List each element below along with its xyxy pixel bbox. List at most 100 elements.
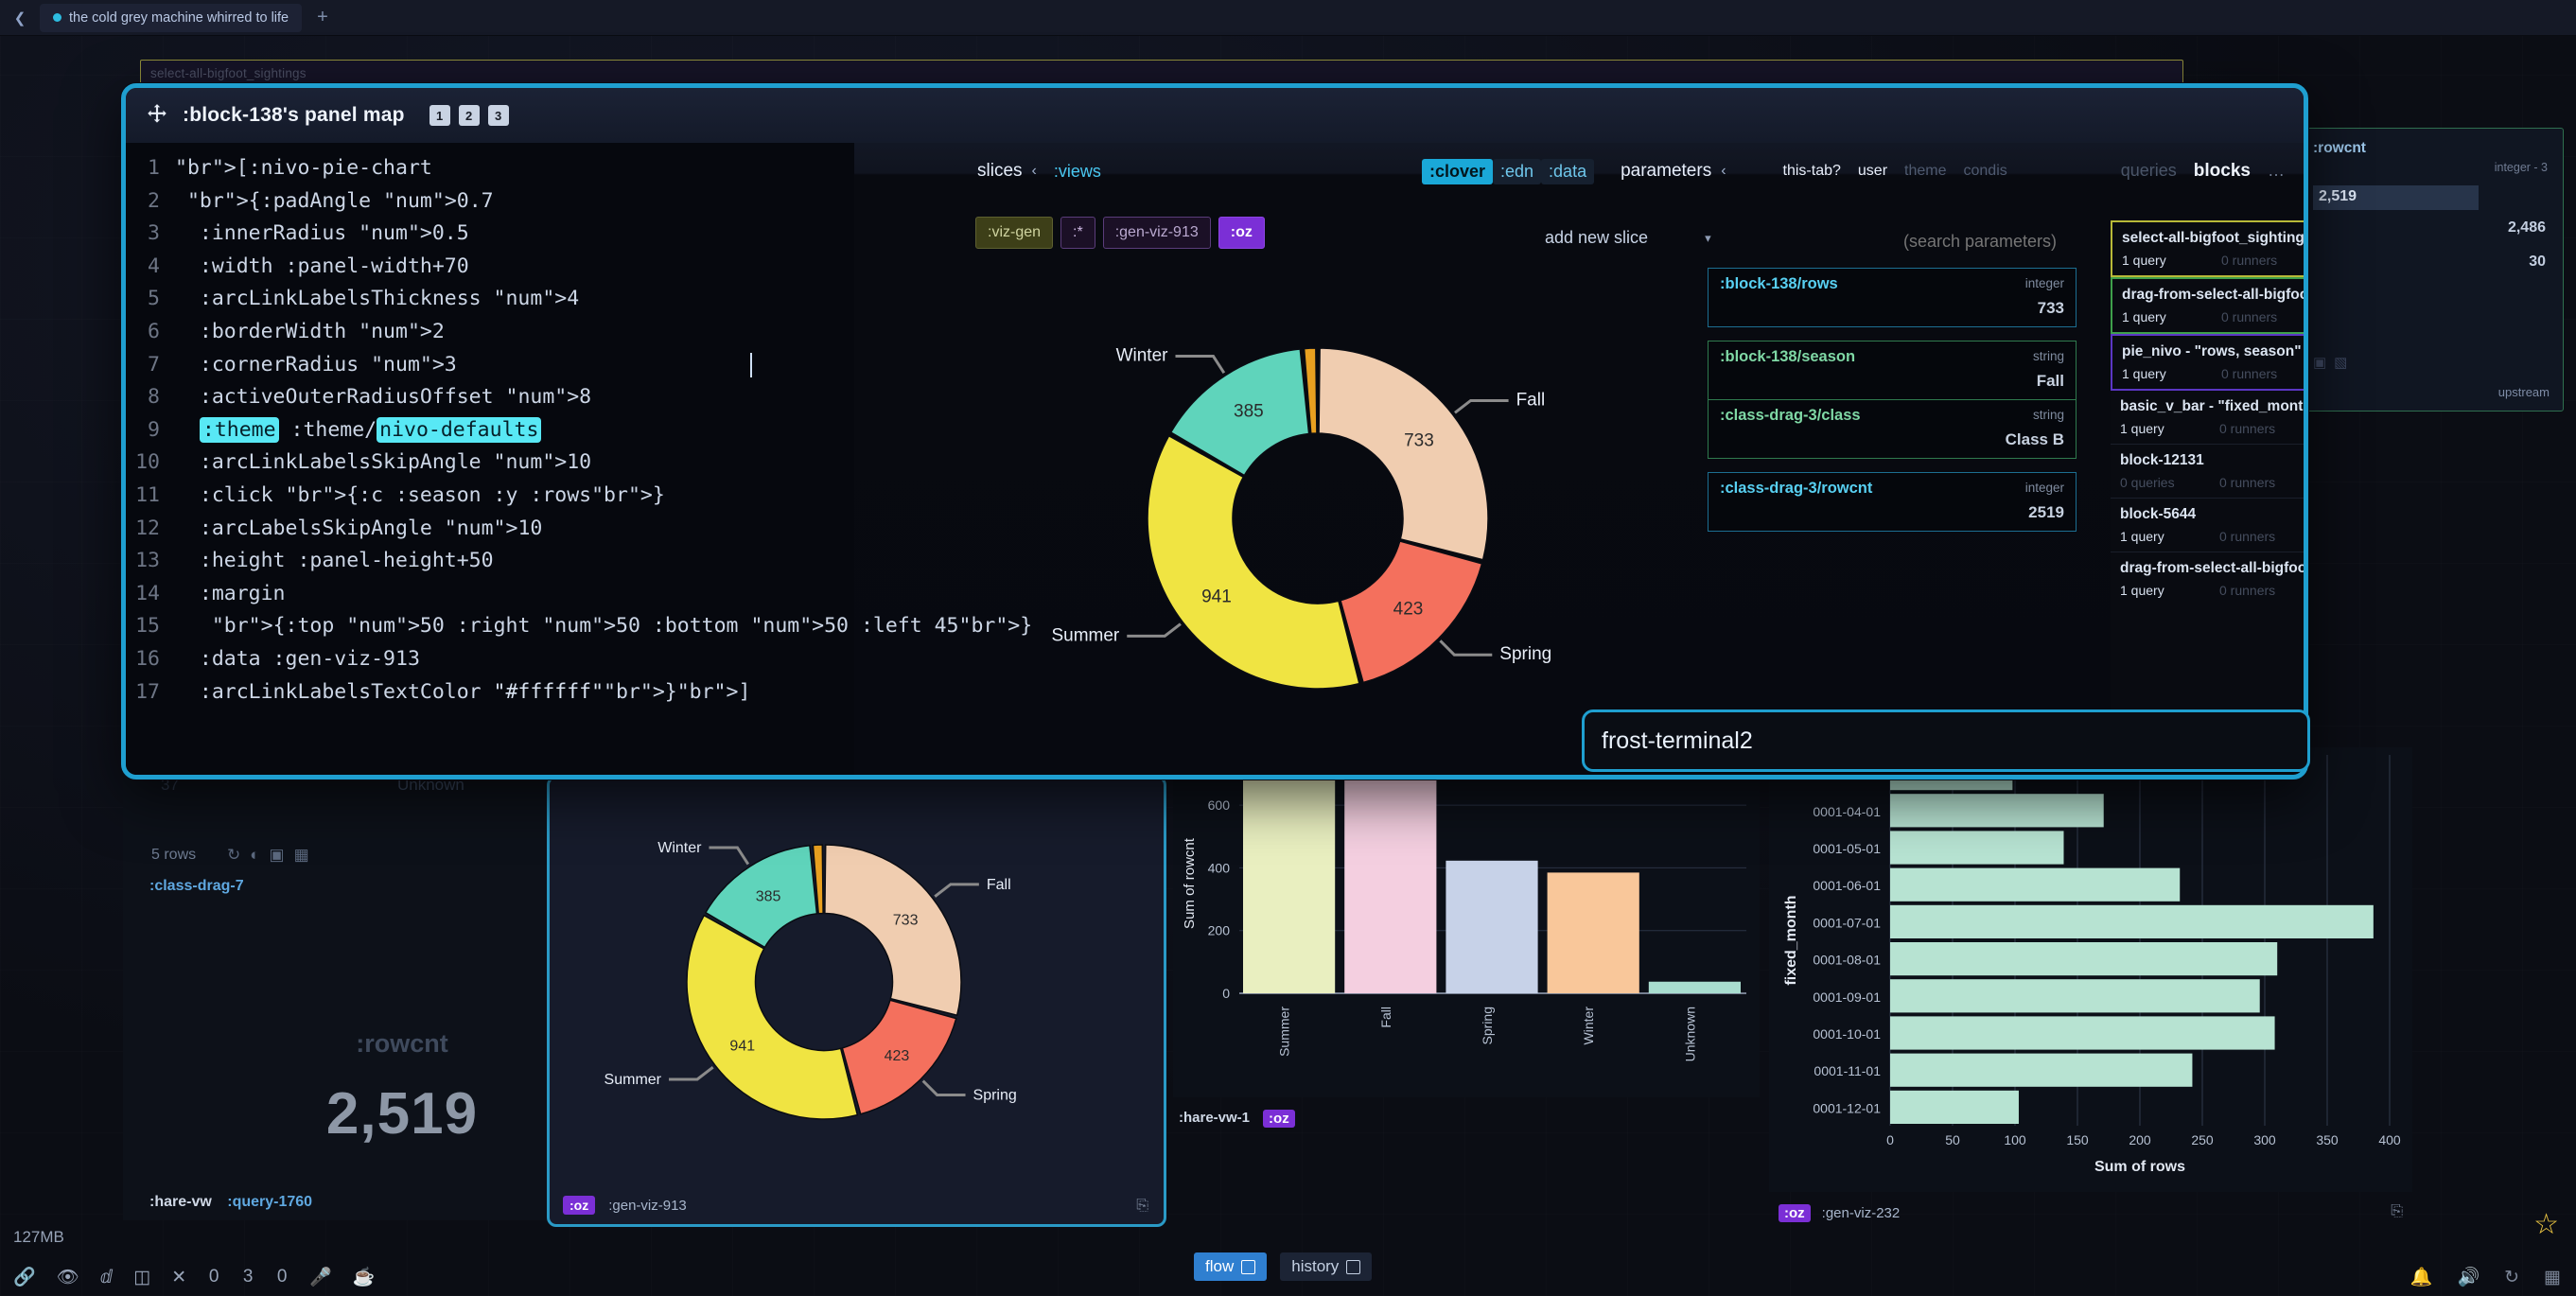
browser-tab[interactable]: the cold grey machine whirred to life [40, 3, 303, 32]
code-editor[interactable]: 1 "br">[:nivo-pie-chart 2 "br">{:padAngle … [126, 143, 1032, 775]
copy-icon[interactable]: ⎘ [2391, 1203, 2403, 1220]
pie-slice-summer[interactable] [1147, 434, 1360, 690]
rowcnt-footer-query[interactable]: :query-1760 [227, 1194, 312, 1210]
bar-unknown[interactable] [1648, 981, 1741, 993]
rowcnt-card-icons[interactable]: ↻◐▣▦ [227, 846, 319, 865]
hbar-gen-tag[interactable]: :gen-viz-232 [1822, 1205, 1901, 1221]
bar-0001-06-01[interactable] [1890, 867, 2181, 902]
move-icon[interactable] [145, 103, 169, 128]
tab-queries[interactable]: queries [2121, 161, 2177, 181]
mini-tab-this-tab[interactable]: this-tab? [1783, 163, 1841, 180]
blocks-list[interactable]: select-all-bigfoot_sightings 1 query 0 run… [2111, 220, 2304, 727]
block-list-item[interactable]: basic_v_bar - "fixed_month, rows" - 71 1 … [2111, 391, 2304, 444]
frost-terminal-panel[interactable]: frost-terminal2 [1582, 709, 2310, 772]
mini-tab-user[interactable]: user [1858, 163, 1887, 180]
vbar-oz-tag[interactable]: :oz [1263, 1110, 1295, 1128]
chevron-down-icon[interactable]: ▾ [1705, 231, 1711, 246]
new-tab-icon[interactable]: + [311, 7, 334, 28]
code-line[interactable]: 16 :data :gen-viz-913 [126, 643, 854, 676]
parameter-card[interactable]: :class-drag-3/rowcnt integer 2519 [1708, 472, 2077, 532]
panel-number-2[interactable]: 2 [458, 105, 480, 126]
code-line[interactable]: 4 :width :panel-width+70 [126, 251, 854, 284]
bar-0001-12-01[interactable] [1890, 1090, 2019, 1124]
no-link-icon[interactable]: 🔗 [13, 1266, 36, 1288]
code-line[interactable]: 3 :innerRadius "num">0.5 [126, 218, 854, 251]
bar-spring[interactable] [1446, 860, 1538, 993]
mic-icon[interactable]: 🎤 [309, 1266, 332, 1288]
panel-map-header[interactable]: :block-138's panel map 1 2 3 [126, 88, 2304, 143]
refresh-icon[interactable]: ↻ [2504, 1267, 2519, 1288]
close-icon[interactable]: ✕ [171, 1267, 186, 1288]
bell-icon[interactable]: 🔔 [2410, 1266, 2433, 1288]
hbar-oz-tag[interactable]: :oz [1779, 1204, 1811, 1222]
bar-0001-04-01[interactable] [1890, 794, 2104, 828]
add-new-slice-control[interactable]: add new slice ▾ [1545, 228, 1711, 248]
code-line[interactable]: 9 :theme :theme/nivo-defaults [126, 414, 854, 447]
bar-0001-07-01[interactable] [1890, 904, 2374, 938]
overflow-menu-icon[interactable]: … [2268, 161, 2285, 181]
code-line[interactable]: 12 :arcLabelsSkipAngle "num">10 [126, 513, 854, 546]
tag-data[interactable]: :data [1541, 158, 1595, 184]
views-tag[interactable]: :views [1054, 162, 1101, 182]
code-line[interactable]: 7 :cornerRadius "num">3 [126, 349, 854, 382]
bar-winter[interactable] [1547, 872, 1639, 993]
bar-0001-09-01[interactable] [1890, 979, 2260, 1013]
block-list-item[interactable]: drag-from-select-all-bigfoot_sightings 1 … [2111, 552, 2304, 605]
copy-icon[interactable]: ⎘ [1136, 1198, 1148, 1215]
panel-number-1[interactable]: 1 [429, 105, 450, 126]
eye-off-icon[interactable]: 👁 [57, 1266, 79, 1288]
parameters-collapse-chevron-icon[interactable]: ‹ [1721, 163, 1726, 180]
panel-number-3[interactable]: 3 [487, 105, 509, 126]
code-line[interactable]: 17 :arcLinkLabelsTextColor "#ffffff""br"… [126, 676, 854, 709]
grid-icon[interactable]: ▦ [2544, 1267, 2561, 1288]
bar-0001-11-01[interactable] [1890, 1053, 2193, 1087]
parameter-card[interactable]: :class-drag-3/class string Class B [1709, 399, 2076, 458]
star-icon[interactable]: ☆ [2533, 1208, 2559, 1241]
rowcnt-card-tag[interactable]: :class-drag-7 [149, 878, 244, 895]
parameter-card[interactable]: :block-138/rows integer 733 [1708, 268, 2077, 327]
code-line[interactable]: 8 :activeOuterRadiusOffset "num">8 [126, 381, 854, 414]
volume-icon[interactable]: 🔊 [2457, 1266, 2480, 1288]
bar-summer[interactable] [1243, 770, 1336, 993]
block-list-item[interactable]: block-121310 queries0 runners2 views [2111, 445, 2304, 498]
code-line[interactable]: 5 :arcLinkLabelsThickness "num">4 [126, 283, 854, 316]
block-list-item[interactable]: select-all-bigfoot_sightings 1 query 0 run… [2111, 220, 2304, 277]
panel-number-group[interactable]: 1 2 3 [429, 105, 509, 126]
code-line[interactable]: 15 "br">{:top "num">50 :right "num">50 :… [126, 610, 1032, 643]
pie-slice-fall[interactable] [1318, 347, 1489, 561]
slice-chip-gen-viz-913[interactable]: :gen-viz-913 [1102, 217, 1211, 249]
parameter-card[interactable]: :block-138/season string Fall [1709, 342, 2076, 399]
bar-0001-05-01[interactable] [1890, 831, 2064, 865]
slice-chip-oz[interactable]: :oz [1218, 217, 1265, 249]
code-line[interactable]: 14 :margin [126, 578, 854, 611]
rowcnt-footer-view[interactable]: :hare-vw [149, 1194, 212, 1210]
slices-collapse-chevron-icon[interactable]: ‹ [1032, 163, 1037, 180]
mini-tab-theme[interactable]: theme [1904, 163, 1946, 180]
code-line[interactable]: 6 :borderWidth "num">2 [126, 316, 854, 349]
bar-0001-08-01[interactable] [1890, 942, 2278, 976]
vbar-view-tag[interactable]: :hare-vw-1 [1179, 1110, 1250, 1128]
code-line[interactable]: 11 :click "br">{:c :season :y :rows"br">… [126, 480, 854, 513]
tab-blocks[interactable]: blocks [2194, 161, 2251, 182]
block-list-item[interactable]: block-56441 query0 runners1 view [2111, 499, 2304, 552]
bar-fall[interactable] [1344, 770, 1437, 993]
bar-0001-10-01[interactable] [1890, 1016, 2275, 1050]
code-line[interactable]: 2 "br">{:padAngle "num">0.7 [126, 185, 854, 219]
back-chevron-icon[interactable]: ❮ [9, 8, 30, 28]
code-line[interactable]: 1 "br">[:nivo-pie-chart [126, 152, 854, 185]
code-line[interactable]: 13 :height :panel-height+50 [126, 545, 854, 578]
panel-icon[interactable]: ◫ [133, 1267, 150, 1288]
slice-chip-viz-gen[interactable]: :viz-gen [975, 217, 1054, 249]
pie-slice-fall[interactable] [824, 844, 962, 1017]
block-list-item[interactable]: pie_nivo - "rows, season" - 215 1 query 0 … [2111, 334, 2304, 391]
slice-chip-star[interactable]: :* [1060, 217, 1095, 249]
donut-oz-tag[interactable]: :oz [563, 1196, 596, 1215]
mini-tab-condis[interactable]: condis [1964, 163, 2007, 180]
tag-clover[interactable]: :clover [1421, 158, 1493, 184]
tag-edn[interactable]: :edn [1493, 158, 1542, 184]
no-sync-icon[interactable]: ⅆ [100, 1267, 113, 1288]
pie-slice-summer[interactable] [686, 914, 859, 1120]
coffee-icon[interactable]: ☕ [353, 1266, 376, 1288]
code-line[interactable]: 10 :arcLinkLabelsSkipAngle "num">10 [126, 447, 854, 480]
block-list-item[interactable]: drag-from-select-all-bigfoot_sightings 1 … [2111, 277, 2304, 334]
